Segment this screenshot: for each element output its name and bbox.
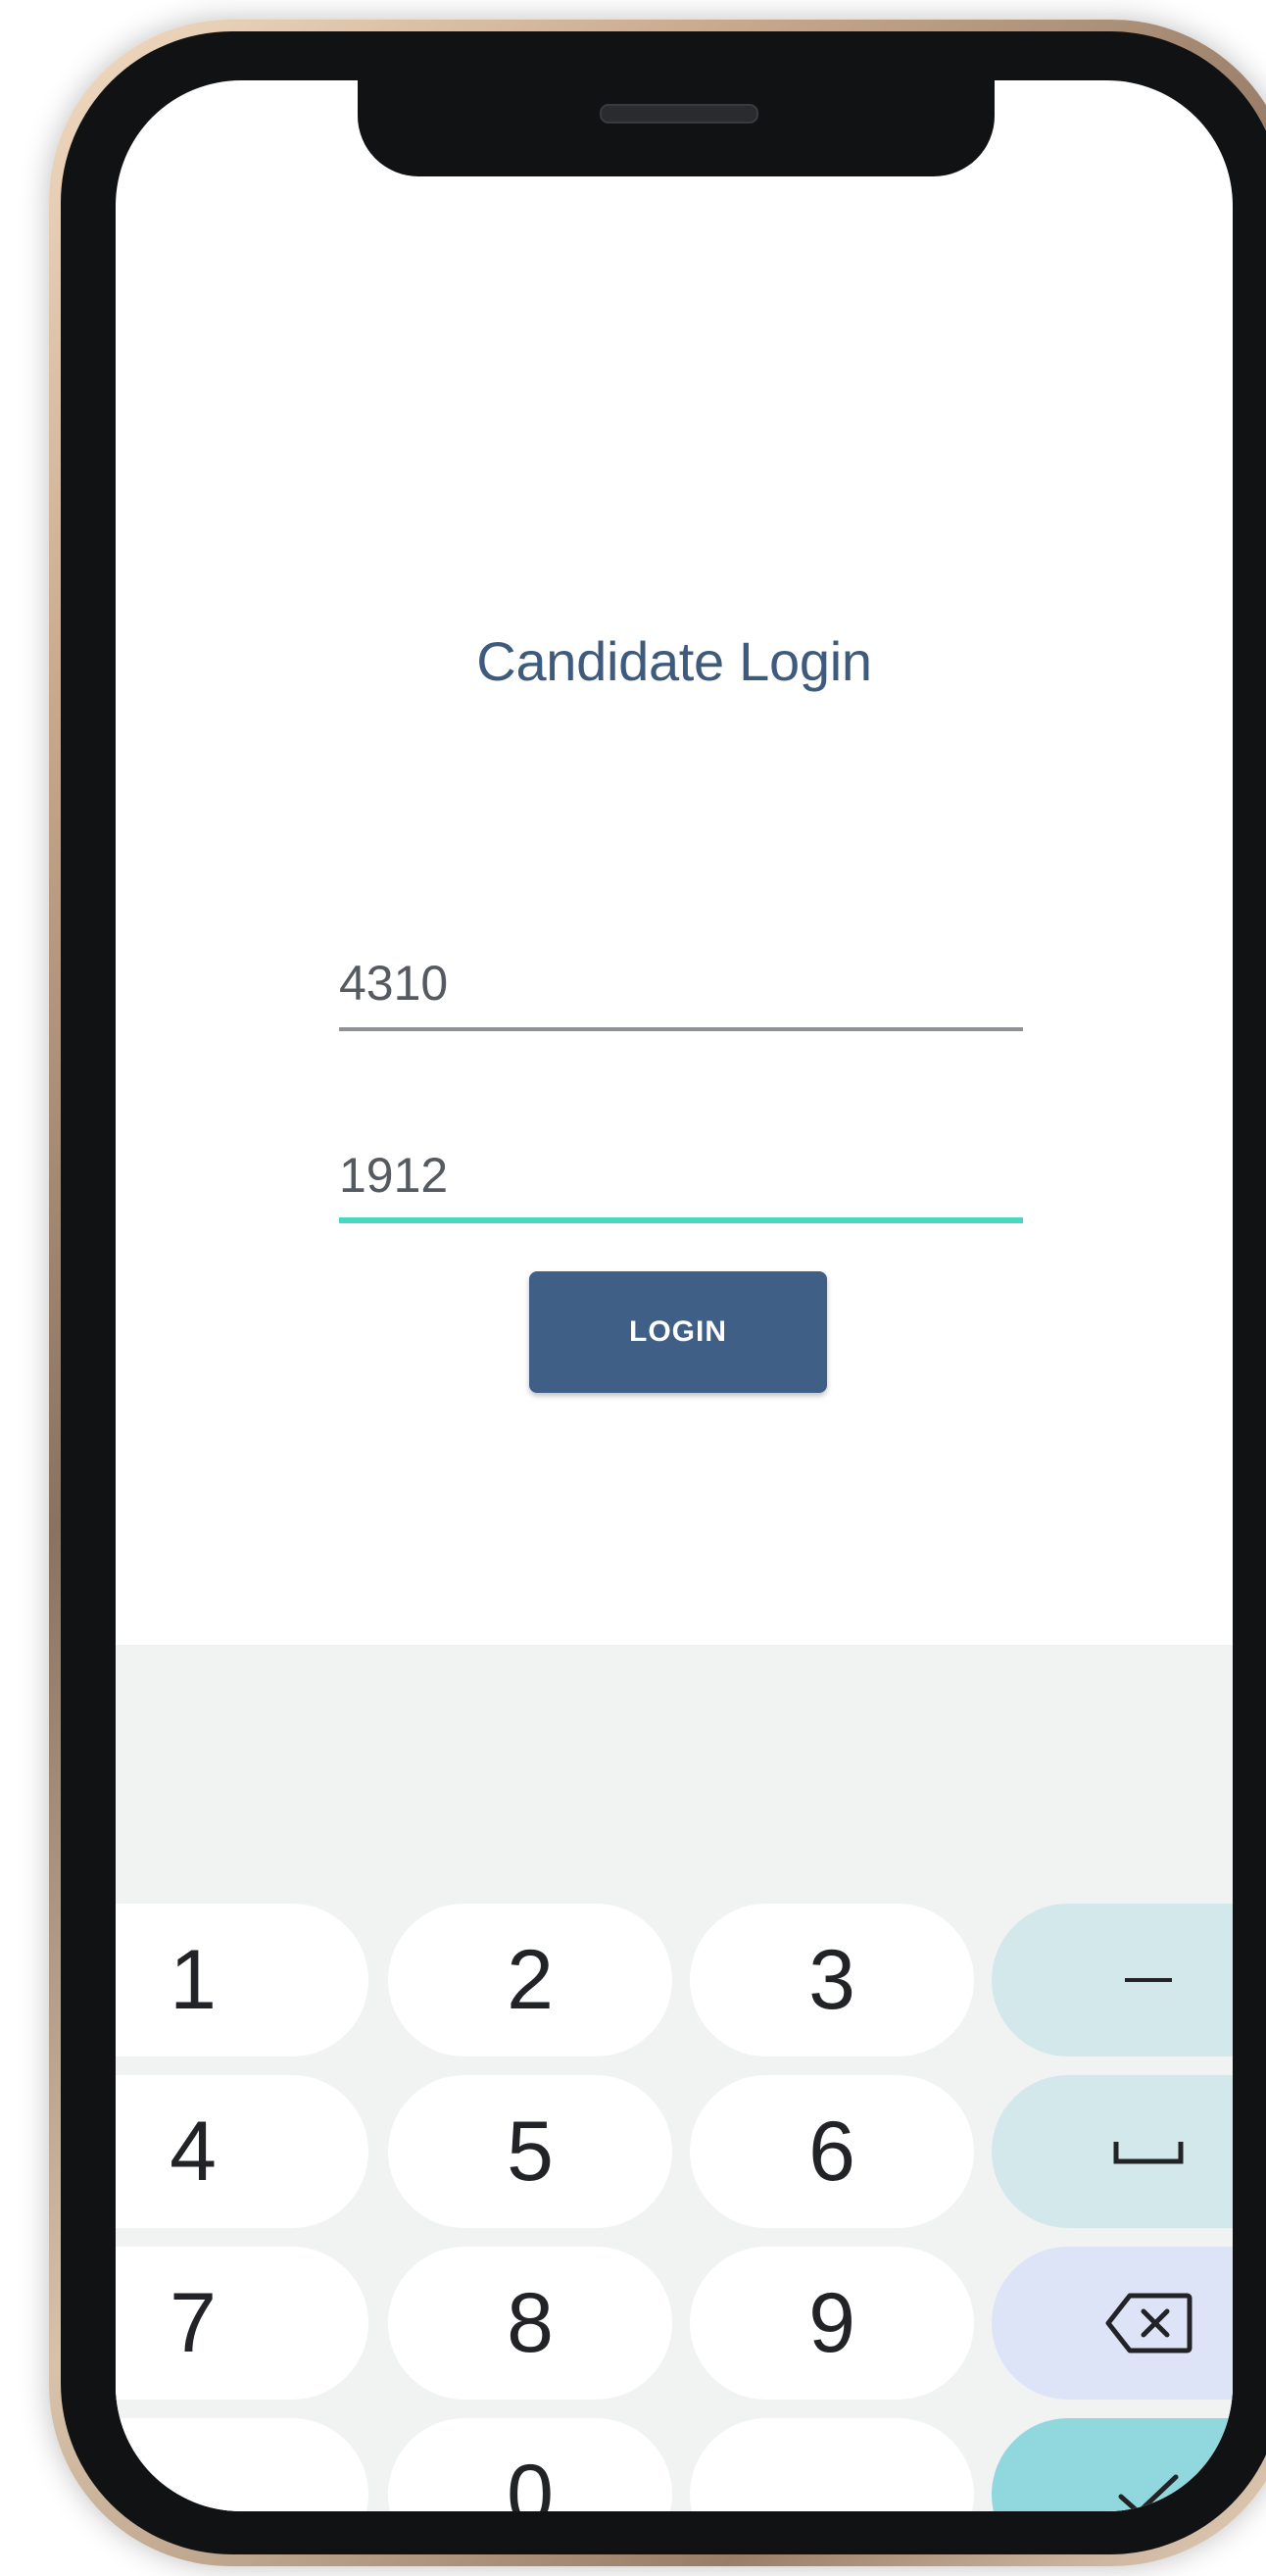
- backspace-icon: [1105, 2293, 1193, 2353]
- backspace-key[interactable]: [992, 2247, 1233, 2400]
- key-7[interactable]: 7: [116, 2247, 368, 2400]
- checkmark-icon: [1118, 2474, 1179, 2511]
- pin-value: 1912: [339, 1148, 449, 1203]
- enter-key[interactable]: [992, 2418, 1233, 2511]
- photo-stage: Candidate Login 4310 1912 LOGIN 1 2 3 4 …: [0, 0, 1266, 2576]
- candidate-id-value: 4310: [339, 956, 449, 1011]
- key-1[interactable]: 1: [116, 1904, 368, 2056]
- minus-key[interactable]: [992, 1904, 1233, 2056]
- key-period[interactable]: .: [690, 2418, 974, 2511]
- page-title: Candidate Login: [476, 630, 872, 692]
- key-4[interactable]: 4: [116, 2075, 368, 2228]
- numeric-keyboard: 1 2 3 4 5 6 7 8 9 , 0 .: [116, 1645, 1233, 2511]
- key-0[interactable]: 0: [388, 2418, 672, 2511]
- earpiece-speaker: [600, 104, 758, 124]
- pin-field[interactable]: 1912: [339, 1135, 1023, 1223]
- key-5[interactable]: 5: [388, 2075, 672, 2228]
- space-icon: [1113, 2142, 1184, 2164]
- minus-icon: [1125, 1978, 1172, 1982]
- key-9[interactable]: 9: [690, 2247, 974, 2400]
- space-key[interactable]: [992, 2075, 1233, 2228]
- phone-notch: [358, 80, 995, 176]
- key-2[interactable]: 2: [388, 1904, 672, 2056]
- candidate-id-underline: [339, 1027, 1023, 1031]
- key-3[interactable]: 3: [690, 1904, 974, 2056]
- login-button[interactable]: LOGIN: [529, 1271, 827, 1393]
- pin-underline-focused: [339, 1217, 1023, 1223]
- key-comma[interactable]: ,: [116, 2418, 368, 2511]
- phone-screen: Candidate Login 4310 1912 LOGIN 1 2 3 4 …: [116, 80, 1233, 2511]
- key-8[interactable]: 8: [388, 2247, 672, 2400]
- candidate-id-field[interactable]: 4310: [339, 943, 1023, 1031]
- key-6[interactable]: 6: [690, 2075, 974, 2228]
